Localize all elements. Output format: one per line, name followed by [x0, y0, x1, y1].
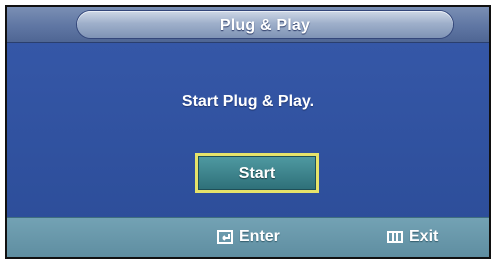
start-button-label: Start	[238, 165, 276, 182]
footer-bar: Enter Exit	[7, 217, 489, 257]
start-prompt: Start Plug & Play.	[181, 93, 315, 110]
dialog-title: Plug & Play	[219, 17, 311, 34]
title-bar: Plug & Play	[7, 7, 489, 43]
enter-label: Enter	[239, 228, 280, 245]
dialog-content: Start Plug & Play. Start	[7, 43, 489, 221]
enter-hint[interactable]: Enter	[217, 228, 280, 246]
start-button[interactable]: Start	[195, 153, 319, 193]
exit-hint[interactable]: Exit	[387, 228, 438, 246]
plug-and-play-dialog: Plug & Play Start Plug & Play. Start Ent…	[5, 5, 491, 259]
exit-label: Exit	[409, 228, 439, 245]
exit-icon	[387, 229, 403, 245]
title-pill: Plug & Play	[77, 11, 453, 38]
enter-icon	[217, 229, 233, 245]
